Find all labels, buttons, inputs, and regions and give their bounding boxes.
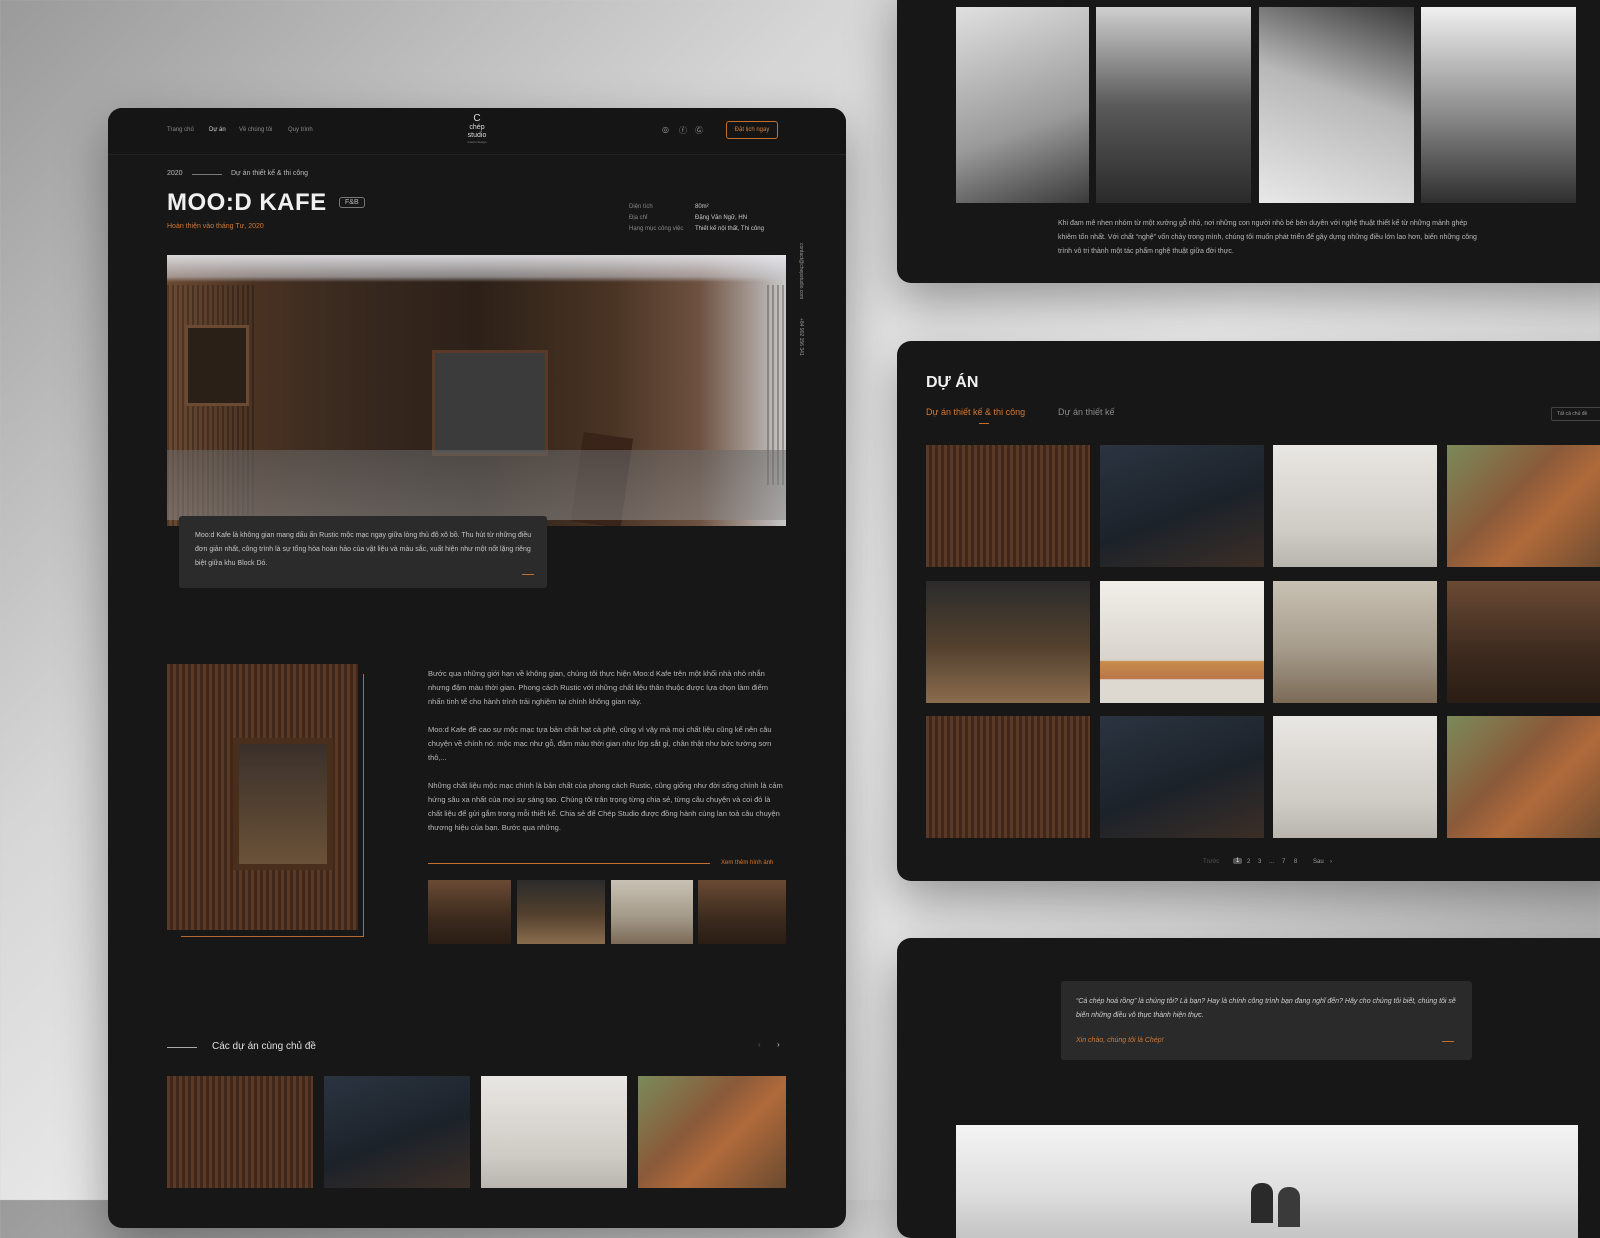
contact-panel: “Cá chép hoá rồng” là chúng tôi? Là bạn?… xyxy=(897,938,1600,1238)
chevron-right-icon[interactable]: › xyxy=(777,1040,780,1049)
quote-card: “Cá chép hoá rồng” là chúng tôi? Là bạn?… xyxy=(1061,981,1472,1060)
hero-caption-text: Moo:d Kafe là không gian mang dấu ấn Rus… xyxy=(195,532,532,567)
quote-text: “Cá chép hoá rồng” là chúng tôi? Là bạn?… xyxy=(1076,998,1456,1019)
spec-value: Đặng Văn Ngữ, HN xyxy=(695,215,748,221)
related-title: Các dự án cùng chủ đề xyxy=(212,1041,316,1052)
workshop-photo xyxy=(956,7,1089,203)
workshop-photo xyxy=(1259,7,1414,203)
next-page-button[interactable]: Sau xyxy=(1313,859,1324,865)
project-thumbnail[interactable] xyxy=(1447,581,1600,703)
prev-page-button[interactable]: Trước xyxy=(1203,859,1219,865)
side-email[interactable]: contact@chepstudio.com xyxy=(798,243,804,299)
workshop-photo xyxy=(1421,7,1576,203)
project-thumbnail[interactable] xyxy=(1100,581,1264,703)
project-detail-panel: Trang chủ Dự án Về chúng tôi Quy trình C… xyxy=(108,108,846,1228)
divider xyxy=(192,174,222,175)
more-images-link[interactable]: Xem thêm hình ảnh xyxy=(721,860,773,866)
tab-design[interactable]: Dự án thiết kế xyxy=(1058,407,1115,417)
related-divider xyxy=(167,1047,197,1048)
facebook-icon[interactable]: ⓕ xyxy=(679,125,687,136)
chevron-left-icon[interactable]: ‹ xyxy=(758,1040,761,1049)
page-2[interactable]: 2 xyxy=(1247,859,1250,865)
related-project-card[interactable] xyxy=(167,1076,313,1188)
logo-text: chép studio xyxy=(467,124,487,139)
hero-image xyxy=(167,255,786,526)
nav-about[interactable]: Về chúng tôi xyxy=(239,127,272,133)
project-thumbnail[interactable] xyxy=(926,581,1090,703)
page-8[interactable]: 8 xyxy=(1294,859,1297,865)
chevron-right-icon[interactable]: › xyxy=(1330,859,1332,865)
team-photo xyxy=(956,1125,1578,1238)
google-icon[interactable]: Ⓖ xyxy=(695,125,703,136)
nav-process[interactable]: Quy trình xyxy=(288,127,313,133)
project-thumbnail[interactable] xyxy=(1273,716,1437,838)
spec-label: Địa chỉ xyxy=(629,215,648,221)
quote-accent xyxy=(1442,1041,1454,1042)
project-thumbnail[interactable] xyxy=(1100,716,1264,838)
gallery-divider xyxy=(428,863,710,864)
project-thumbnail[interactable] xyxy=(1273,445,1437,567)
about-panel: Khi đam mê nhen nhóm từ một xưởng gỗ nhỏ… xyxy=(897,0,1600,283)
side-contact: contact@chepstudio.com +84 902 156 341 xyxy=(798,243,814,363)
filter-dropdown[interactable]: Tất cả chủ đề xyxy=(1551,407,1600,421)
project-thumbnail[interactable] xyxy=(926,445,1090,567)
spec-label: Hạng mục công việc xyxy=(629,226,684,232)
active-tab-indicator xyxy=(979,423,989,424)
page-3[interactable]: 3 xyxy=(1258,859,1261,865)
project-thumbnail[interactable] xyxy=(926,716,1090,838)
logo-mark-icon: C xyxy=(473,113,481,124)
greeting-text: Xin chào, chúng tôi là Chép! xyxy=(1076,1037,1164,1044)
project-category: Dự án thiết kế & thi công xyxy=(231,170,309,177)
category-tag: F&B xyxy=(339,197,365,208)
gallery-thumbnail[interactable] xyxy=(428,880,511,944)
instagram-icon[interactable]: ◎ xyxy=(662,125,669,134)
related-project-card[interactable] xyxy=(638,1076,786,1188)
about-text: Khi đam mê nhen nhóm từ một xưởng gỗ nhỏ… xyxy=(1058,220,1477,255)
paragraph: Những chất liệu mộc mạc chính là bản chấ… xyxy=(428,781,783,832)
nav-home[interactable]: Trang chủ xyxy=(167,127,194,133)
project-thumbnail[interactable] xyxy=(1447,445,1600,567)
completion-date: Hoàn thiện vào tháng Tư, 2020 xyxy=(167,223,264,230)
related-project-card[interactable] xyxy=(324,1076,470,1188)
project-title: MOO:D KAFE xyxy=(167,189,327,216)
nav-projects[interactable]: Dự án xyxy=(209,127,226,133)
side-phone[interactable]: +84 902 156 341 xyxy=(798,318,804,356)
book-now-button[interactable]: Đặt lịch ngay xyxy=(726,121,778,139)
project-thumbnail[interactable] xyxy=(1100,445,1264,567)
paragraph: Moo:d Kafe đề cao sự mộc mạc tựa bản chấ… xyxy=(428,725,772,762)
site-header: Trang chủ Dự án Về chúng tôi Quy trình C… xyxy=(108,108,846,155)
spec-value: 80m² xyxy=(695,204,709,210)
page-ellipsis: ... xyxy=(1269,859,1275,865)
project-year: 2020 xyxy=(167,170,183,177)
paragraph: Bước qua những giới hạn về không gian, c… xyxy=(428,669,769,706)
gallery-thumbnail[interactable] xyxy=(611,880,693,944)
gallery-thumbnail[interactable] xyxy=(698,880,786,944)
tab-design-build[interactable]: Dự án thiết kế & thi công xyxy=(926,407,1025,417)
related-project-card[interactable] xyxy=(481,1076,627,1188)
gallery-thumbnail[interactable] xyxy=(517,880,605,944)
workshop-photo xyxy=(1096,7,1251,203)
project-thumbnail[interactable] xyxy=(1273,581,1437,703)
projects-title: DỰ ÁN xyxy=(926,374,979,391)
logo[interactable]: C chép studio interior design xyxy=(460,113,494,145)
page-7[interactable]: 7 xyxy=(1282,859,1285,865)
feature-image-frame xyxy=(181,674,364,937)
projects-panel: DỰ ÁN Dự án thiết kế & thi công Dự án th… xyxy=(897,341,1600,881)
logo-subtext: interior design xyxy=(467,140,487,144)
hero-caption-card: Moo:d Kafe là không gian mang dấu ấn Rus… xyxy=(179,516,547,588)
caption-accent xyxy=(522,574,534,575)
page-1[interactable]: 1 xyxy=(1233,858,1243,864)
spec-label: Diện tích xyxy=(629,204,653,210)
project-thumbnail[interactable] xyxy=(1447,716,1600,838)
spec-value: Thiết kế nội thất, Thi công xyxy=(695,226,764,232)
